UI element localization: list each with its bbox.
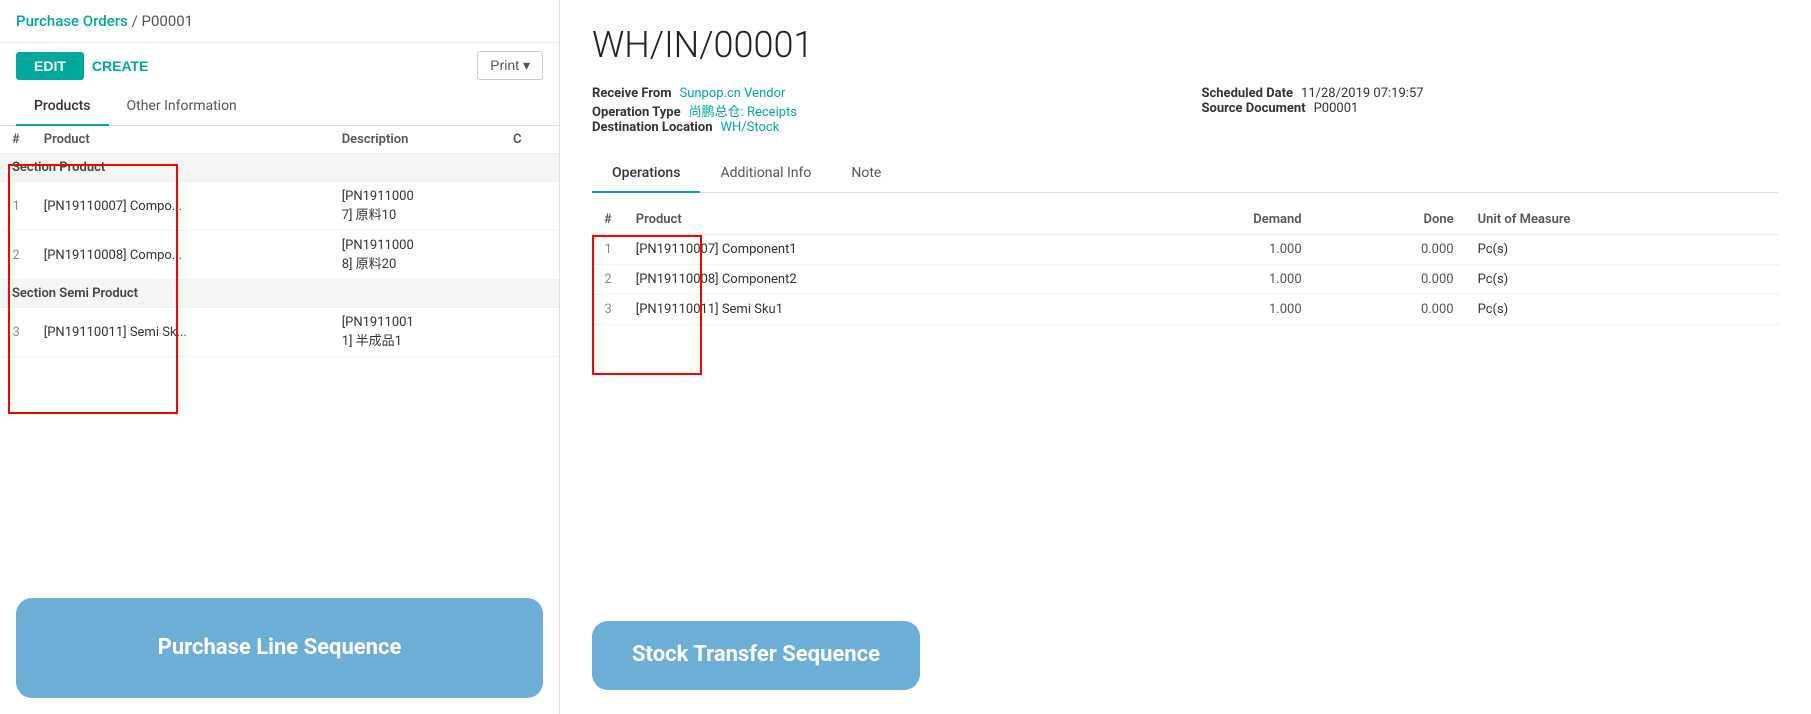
source-doc-label: Source Document [1202,101,1306,116]
breadcrumb: Purchase Orders / P00001 [16,12,193,30]
table-row: 2 [PN19110008] Component2 1.000 0.000 Pc… [592,265,1779,295]
col-hash: # [0,126,32,154]
col-product: Product [624,205,1120,235]
operation-type-label: Operation Type [592,105,681,120]
breadcrumb-parent[interactable]: Purchase Orders [16,12,128,30]
row-num: 2 [592,265,624,295]
right-callout-row: Stock Transfer Sequence [592,601,1779,690]
section-row-product: Section Product [0,154,559,182]
receive-from-label: Receive From [592,86,671,101]
source-doc-row: Source Document P00001 [1202,101,1780,116]
destination-label: Destination Location [592,120,713,135]
row-demand: 1.000 [1120,235,1314,265]
row-product: [PN19110011] Semi Sku1 [624,295,1120,325]
left-panel: Purchase Orders / P00001 EDIT CREATE Pri… [0,0,560,714]
right-tabs-bar: Operations Additional Info Note [592,155,1779,193]
row-demand: 1.000 [1120,295,1314,325]
row-description: [PN19110011] 半成品1 [330,308,501,357]
col-uom: Unit of Measure [1466,205,1779,235]
row-num: 1 [0,182,32,231]
info-section-right: Scheduled Date 11/28/2019 07:19:57 Sourc… [1202,86,1780,135]
destination-row: Destination Location WH/Stock [592,120,1170,135]
row-product: [PN19110008] Compo... [32,231,330,280]
operation-type-value: 尚鹏总仓: Receipts [689,101,797,120]
breadcrumb-current: P00001 [142,12,194,30]
row-c [501,308,559,357]
main-container: Purchase Orders / P00001 EDIT CREATE Pri… [0,0,1811,714]
source-doc-value: P00001 [1314,101,1359,116]
scheduled-date-row: Scheduled Date 11/28/2019 07:19:57 [1202,86,1780,101]
print-button[interactable]: Print ▾ [477,51,543,80]
tab-operations[interactable]: Operations [592,155,700,193]
receive-from-value: Sunpop.cn Vendor [679,86,785,101]
destination-value: WH/Stock [721,120,780,135]
tab-note[interactable]: Note [831,155,901,193]
table-row: 3 [PN19110011] Semi Sku1 1.000 0.000 Pc(… [592,295,1779,325]
col-product: Product [32,126,330,154]
receive-from-row: Receive From Sunpop.cn Vendor [592,86,1170,101]
purchase-line-sequence-label: Purchase Line Sequence [158,634,402,663]
col-demand: Demand [1120,205,1314,235]
tab-products[interactable]: Products [16,88,109,126]
row-done: 0.000 [1314,235,1466,265]
wh-title: WH/IN/00001 [592,24,1779,66]
tab-other-information[interactable]: Other Information [109,88,255,126]
transfer-table: # Product Demand Done Unit of Measure 1 … [592,205,1779,325]
row-product: [PN19110007] Compo... [32,182,330,231]
info-grid: Receive From Sunpop.cn Vendor Operation … [592,86,1779,135]
purchase-line-sequence-box: Purchase Line Sequence [16,598,543,698]
table-row: 1 [PN19110007] Compo... [PN19110007] 原料1… [0,182,559,231]
table-row: 2 [PN19110008] Compo... [PN19110008] 原料2… [0,231,559,280]
table-row: 3 [PN19110011] Semi Sk... [PN19110011] 半… [0,308,559,357]
row-description: [PN19110007] 原料10 [330,182,501,231]
right-table-wrapper: # Product Demand Done Unit of Measure 1 … [592,205,1779,325]
stock-transfer-sequence-box: Stock Transfer Sequence [592,621,920,690]
col-hash: # [592,205,624,235]
left-callout-row: Purchase Line Sequence [0,582,559,714]
product-table: # Product Description C Section Product … [0,126,559,357]
row-num: 1 [592,235,624,265]
row-done: 0.000 [1314,265,1466,295]
create-button[interactable]: CREATE [92,58,149,74]
row-uom: Pc(s) [1466,235,1779,265]
left-table-wrapper: # Product Description C Section Product … [0,126,559,357]
section-row-semi-product: Section Semi Product [0,280,559,308]
stock-transfer-sequence-label: Stock Transfer Sequence [632,641,880,670]
breadcrumb-separator: / [132,12,138,30]
left-tabs-bar: Products Other Information [0,88,559,126]
table-row: 1 [PN19110007] Component1 1.000 0.000 Pc… [592,235,1779,265]
row-num: 3 [0,308,32,357]
scheduled-date-label: Scheduled Date [1202,86,1294,101]
top-bar: Purchase Orders / P00001 [0,0,559,43]
row-c [501,231,559,280]
product-table-container: # Product Description C Section Product … [0,126,559,582]
section-label-product: Section Product [0,154,559,182]
row-demand: 1.000 [1120,265,1314,295]
section-label-semi-product: Section Semi Product [0,280,559,308]
row-product: [PN19110008] Component2 [624,265,1120,295]
col-c: C [501,126,559,154]
row-c [501,182,559,231]
tab-additional-info[interactable]: Additional Info [700,155,831,193]
row-num: 3 [592,295,624,325]
left-action-bar: EDIT CREATE Print ▾ [0,43,559,88]
right-panel: WH/IN/00001 Receive From Sunpop.cn Vendo… [560,0,1811,714]
info-section-left: Receive From Sunpop.cn Vendor Operation … [592,86,1170,135]
row-product: [PN19110007] Component1 [624,235,1120,265]
operation-type-row: Operation Type 尚鹏总仓: Receipts [592,101,1170,120]
row-uom: Pc(s) [1466,295,1779,325]
scheduled-date-value: 11/28/2019 07:19:57 [1301,86,1424,101]
row-done: 0.000 [1314,295,1466,325]
row-num: 2 [0,231,32,280]
row-uom: Pc(s) [1466,265,1779,295]
col-done: Done [1314,205,1466,235]
edit-button[interactable]: EDIT [16,52,84,80]
col-description: Description [330,126,501,154]
row-description: [PN19110008] 原料20 [330,231,501,280]
row-product: [PN19110011] Semi Sk... [32,308,330,357]
